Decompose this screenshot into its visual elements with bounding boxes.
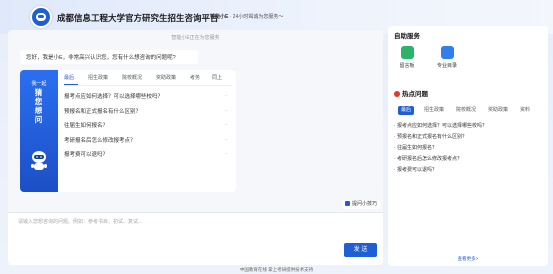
hot-item[interactable]: · 报考点应如何选择？可以选择哪些校吗？ <box>394 122 544 133</box>
banner-char: 问 <box>34 115 44 124</box>
hot-dot-icon <box>394 91 400 98</box>
hot-tab-funding-policy[interactable]: 奖助政策 <box>488 106 508 115</box>
hot-item[interactable]: · 预报名和正式报名有什么区别？ <box>394 133 544 144</box>
chat-status: 智能小E正在为您服务 <box>171 35 220 41</box>
send-button[interactable]: 发 送 <box>344 243 377 257</box>
hot-item[interactable]: · 考研报名后怎么修改报考点？ <box>394 155 544 166</box>
robot-avatar-icon <box>30 6 52 28</box>
faq-item[interactable]: 往届生如何报名？ → <box>64 121 232 136</box>
major-catalog-link[interactable]: 专业目录 <box>432 46 462 69</box>
hot-item[interactable]: · 往届生如何报名？ <box>394 144 544 155</box>
banner-small-text: 我一起 <box>31 81 47 87</box>
hot-tab-materials[interactable]: 资料 <box>520 106 530 115</box>
chevron-right-icon: → <box>223 150 228 156</box>
tips-label: 提问小技巧 <box>352 201 378 207</box>
hot-tabs: 最后 招生政策 院校概况 奖助政策 资料 <box>394 106 546 116</box>
faq-item[interactable]: 报考点应如何选择？可以选择哪些校吗？ → <box>64 92 232 107</box>
hot-tab-school-overview[interactable]: 院校概况 <box>456 106 476 115</box>
page-title: 成都信息工程大学官方研究生招生咨询平台 <box>57 13 219 23</box>
faq-text: 报考点应如何选择？可以选择哪些校吗？ <box>64 94 164 100</box>
guess-banner: 我一起 猜 您 想 问 <box>20 70 58 192</box>
faq-text: 报考费可以退吗？ <box>64 152 109 158</box>
hot-questions-title: 热点问题 <box>394 88 428 98</box>
footer-credit: 中国教育在线 掌上考研提供技术支持 <box>239 267 314 272</box>
guess-tabs: 最后 招生政策 院校概况 奖助政策 考务 同上 <box>64 74 234 84</box>
tab-divider <box>64 85 232 86</box>
guess-card: 我一起 猜 您 想 问 最后 招生政策 院校概况 奖助政策 考务 同上 报考点应… <box>20 70 236 192</box>
faq-text: 考研报名后怎么修改报考点？ <box>64 137 136 144</box>
hot-item[interactable]: · 报考费可以退吗？ <box>394 166 544 177</box>
hot-title-text: 热点问题 <box>402 91 428 98</box>
question-tips-button[interactable]: 提问小技巧 <box>342 200 381 209</box>
question-input[interactable] <box>18 218 338 248</box>
banner-char: 想 <box>34 106 44 115</box>
chevron-right-icon: → <box>223 121 228 127</box>
faq-item[interactable]: 预报名和正式报名有什么区别？ → <box>64 107 232 122</box>
hot-tab-latest[interactable]: 最后 <box>398 106 415 115</box>
tab-exam-affairs[interactable]: 考务 <box>190 74 200 81</box>
banner-title: 猜 您 想 问 <box>20 88 58 124</box>
hot-list: · 报考点应如何选择？可以选择哪些校吗？ · 预报名和正式报名有什么区别？ · … <box>394 122 544 177</box>
chevron-right-icon: → <box>223 106 228 113</box>
tab-latest[interactable]: 最后 <box>64 74 74 81</box>
assistant-name: 智能小E <box>210 14 229 20</box>
tab-school-overview[interactable]: 院校概况 <box>122 74 142 81</box>
header-tagline: 智能小E · 24小时竭诚为您服务～ <box>210 13 283 20</box>
hot-tab-admission-policy[interactable]: 招生政策 <box>424 106 444 115</box>
faq-list: 报考点应如何选择？可以选择哪些校吗？ → 预报名和正式报名有什么区别？ → 往届生如… <box>64 92 232 165</box>
message-board-label: 留言板 <box>399 63 415 69</box>
tagline-text: · 24小时竭诚为您服务～ <box>229 14 284 20</box>
faq-text: 往届生如何报名？ <box>64 123 109 129</box>
self-service-title: 自助服务 <box>394 33 420 40</box>
catalog-book-icon <box>440 46 454 59</box>
tips-icon <box>345 201 350 207</box>
faq-item[interactable]: 报考费可以退吗？ → <box>64 150 232 165</box>
banner-char: 您 <box>34 97 44 106</box>
tab-admission-policy[interactable]: 招生政策 <box>88 74 108 81</box>
faq-item[interactable]: 考研报名后怎么修改报考点？ → <box>64 136 232 151</box>
banner-char: 猜 <box>34 88 44 97</box>
message-board-icon <box>400 46 414 59</box>
robot-mascot-icon <box>31 151 47 170</box>
faq-text: 预报名和正式报名有什么区别？ <box>64 108 142 115</box>
right-panel: 自助服务 留言板 专业目录 热点问题 最后 招生政策 院校概况 奖助政策 资料 … <box>388 26 548 266</box>
input-area: 发 送 <box>8 212 383 265</box>
greeting-bubble: 您好，我是小E，非常高兴认识您，您有什么想咨询的问题呢? <box>20 50 198 64</box>
chevron-right-icon: → <box>223 92 228 98</box>
major-catalog-label: 专业目录 <box>436 63 457 69</box>
tab-funding-policy[interactable]: 奖助政策 <box>156 74 176 81</box>
view-more-link[interactable]: 查看更多> <box>388 256 548 262</box>
chevron-right-icon: → <box>223 135 228 142</box>
tab-same[interactable]: 同上 <box>212 74 222 81</box>
message-board-link[interactable]: 留言板 <box>392 46 422 69</box>
